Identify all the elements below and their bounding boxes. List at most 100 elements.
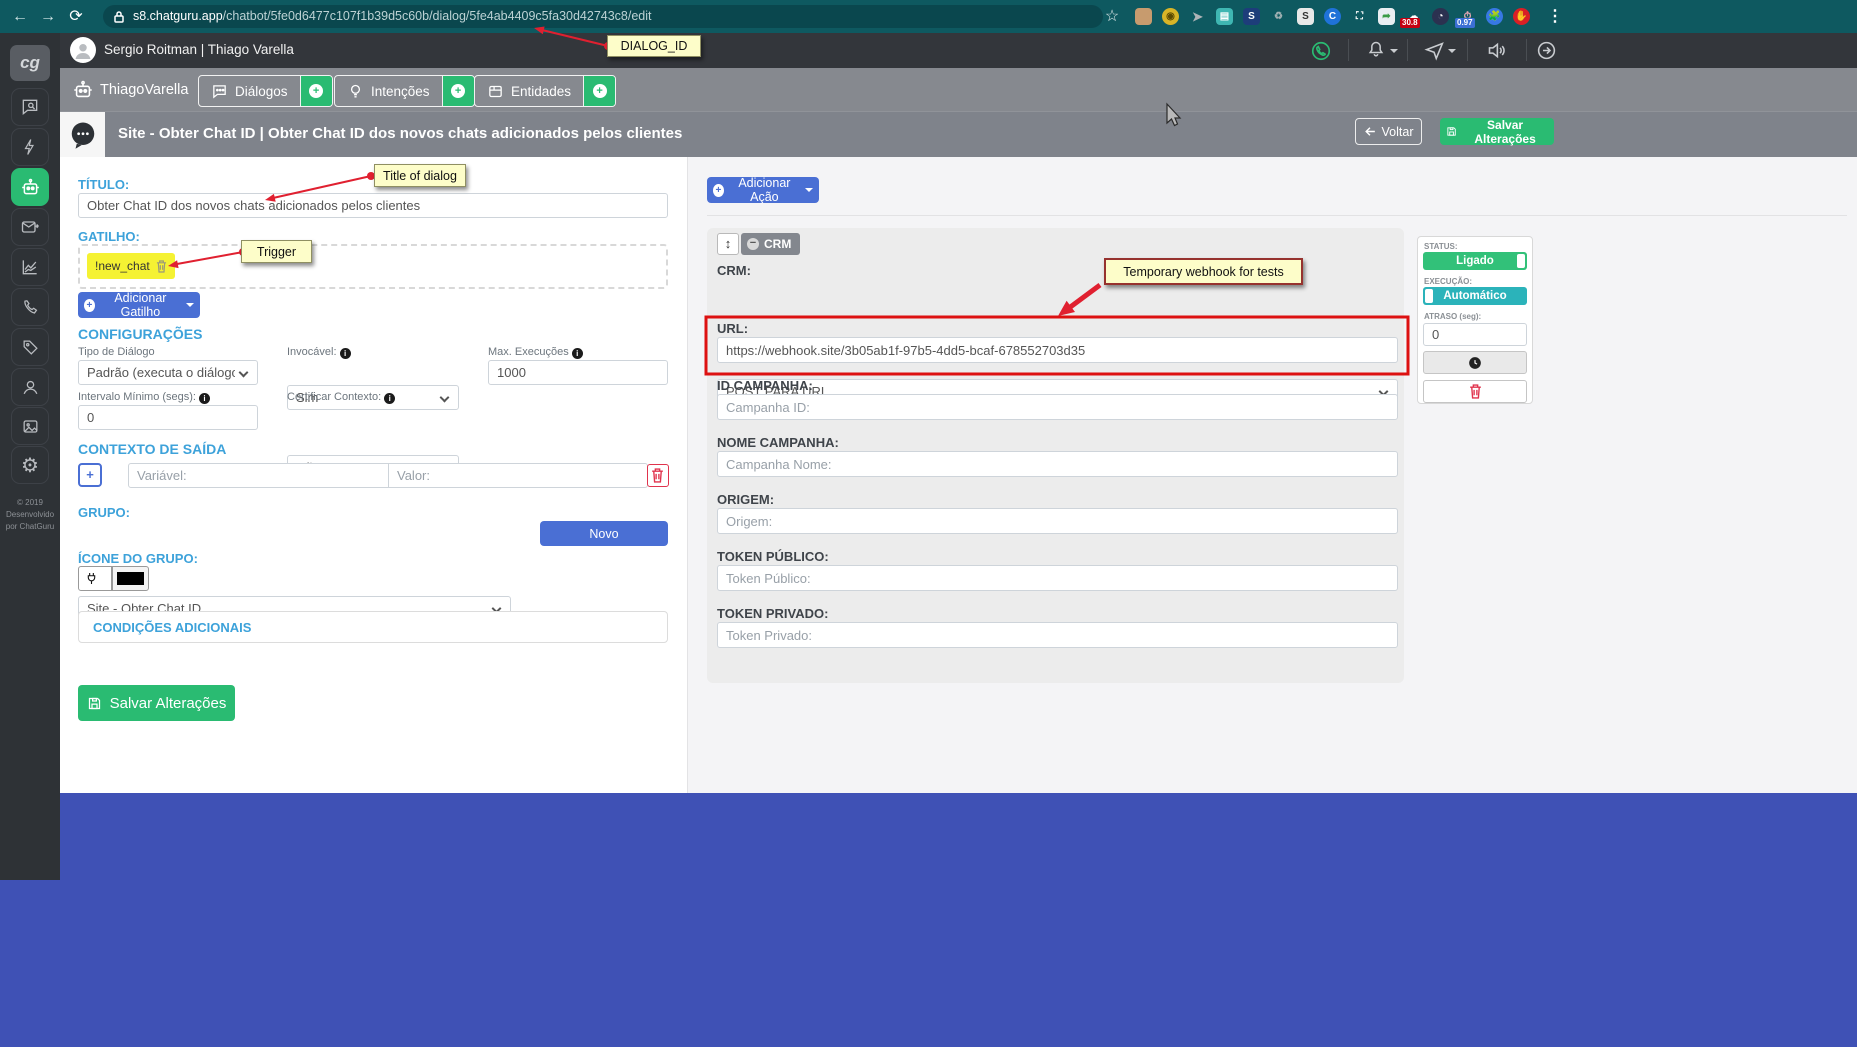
c-blue-extension-icon[interactable]: C	[1324, 8, 1341, 25]
collapse-minus-icon[interactable]: −	[747, 238, 759, 250]
execucao-toggle[interactable]: Automático	[1423, 287, 1527, 305]
browser-menu-icon[interactable]: ⋮	[1543, 0, 1567, 33]
recycle-extension-icon[interactable]: ♻	[1270, 8, 1287, 25]
drag-handle[interactable]: ↕	[717, 233, 739, 255]
novo-grupo-button[interactable]: Novo	[540, 521, 668, 546]
valor-input[interactable]	[388, 463, 648, 488]
send-caret-icon[interactable]	[1448, 49, 1456, 53]
chevron-down-icon	[100, 574, 107, 581]
schedule-button[interactable]	[1423, 351, 1527, 374]
whatsapp-icon[interactable]	[1310, 40, 1332, 62]
variavel-input[interactable]	[128, 463, 389, 488]
sidebar-item-tags[interactable]	[11, 328, 49, 366]
address-url-path: /chatbot/5fe0d6477c107f1b39d5c60b/dialog…	[222, 9, 652, 23]
address-url-domain: s8.chatguru.app	[133, 9, 223, 23]
add-dialogo-button[interactable]: +	[299, 76, 332, 106]
tab-dialogos[interactable]: Diálogos +	[198, 75, 333, 107]
atraso-input[interactable]	[1423, 323, 1527, 346]
id-campanha-input[interactable]	[717, 394, 1398, 420]
notifications-bell-icon[interactable]	[1366, 40, 1388, 62]
sidebar-item-phone[interactable]	[11, 288, 49, 326]
save-icon	[88, 697, 100, 709]
origem-label: ORIGEM:	[717, 492, 775, 507]
configuracoes-heading: CONFIGURAÇÕES	[78, 326, 203, 342]
voltar-button[interactable]: Voltar	[1355, 118, 1422, 145]
add-intencao-button[interactable]: +	[441, 76, 474, 106]
tab-intencoes[interactable]: Intenções +	[334, 75, 475, 107]
url-input[interactable]	[717, 337, 1398, 363]
sidebar-item-users[interactable]	[11, 368, 49, 406]
bell-caret-icon[interactable]	[1390, 49, 1398, 53]
crm-label: CRM:	[717, 263, 751, 278]
delete-context-row-button[interactable]	[647, 464, 669, 487]
token-publico-input[interactable]	[717, 565, 1398, 591]
group-color-picker[interactable]	[112, 566, 149, 591]
coin-extension-icon[interactable]: ◉	[1162, 8, 1179, 25]
add-entidade-button[interactable]: +	[583, 76, 616, 106]
token-privado-input[interactable]	[717, 622, 1398, 648]
adicionar-acao-button[interactable]: + Adicionar Ação	[707, 176, 819, 204]
save-changes-top-button[interactable]: Salvar Alterações	[1440, 118, 1554, 146]
titulo-input[interactable]	[78, 193, 668, 218]
plus-icon: +	[713, 183, 724, 197]
s-dark-extension-icon[interactable]: S	[1243, 8, 1260, 25]
speaker-icon[interactable]	[1486, 40, 1508, 62]
titulo-label: TÍTULO:	[78, 177, 130, 192]
cursor-extension-icon[interactable]: ➤	[1189, 8, 1206, 25]
window-arrow-extension-icon[interactable]: ➦	[1378, 8, 1395, 25]
page-footer-band	[60, 793, 1857, 1047]
stop-hand-extension-icon[interactable]: ✋	[1513, 8, 1530, 25]
crm-chip[interactable]: − CRM	[741, 233, 801, 255]
sidebar-item-chat-search[interactable]	[11, 88, 49, 126]
browser-reload-icon[interactable]: ⟳	[64, 0, 88, 33]
frame-extension-icon[interactable]: ⛶	[1351, 8, 1368, 25]
sidebar-item-bolt[interactable]	[11, 128, 49, 166]
intervalo-minimo-input[interactable]	[78, 405, 258, 430]
crm-chip-label: CRM	[764, 237, 792, 251]
annotation-dialog-id: DIALOG_ID	[607, 35, 701, 57]
browser-forward-icon[interactable]: →	[36, 0, 60, 33]
trigger-tag[interactable]: !new_chat	[87, 253, 175, 279]
group-icon-select[interactable]	[78, 566, 112, 591]
annotation-title-of-dialog: Title of dialog	[374, 164, 466, 187]
save-changes-button[interactable]: Salvar Alterações	[78, 685, 235, 721]
info-icon[interactable]	[384, 393, 396, 404]
avatar-extension-icon[interactable]	[1135, 8, 1152, 25]
delete-action-button[interactable]	[1423, 380, 1527, 403]
info-icon[interactable]	[571, 348, 583, 359]
condicoes-adicionais-panel[interactable]: CONDIÇÕES ADICIONAIS	[78, 611, 668, 643]
origem-input[interactable]	[717, 508, 1398, 534]
toggle-knob	[1425, 289, 1433, 303]
sidebar-item-media[interactable]	[11, 407, 49, 445]
tipo-dialogo-select[interactable]: Padrão (executa o diálogo e fin	[78, 360, 258, 385]
tab-entidades[interactable]: Entidades +	[474, 75, 617, 107]
user-name: Sergio Roitman | Thiago Varella	[104, 42, 294, 57]
logout-icon[interactable]	[1536, 40, 1558, 62]
info-icon[interactable]	[199, 393, 211, 404]
max-execucoes-input[interactable]	[488, 360, 668, 385]
send-plane-icon[interactable]	[1424, 40, 1446, 62]
sidebar-item-settings[interactable]: ⚙	[11, 446, 49, 484]
puzzle-extension-icon[interactable]: 🧩	[1486, 8, 1503, 25]
sidebar-item-analytics[interactable]	[11, 248, 49, 286]
page-title: Site - Obter Chat ID | Obter Chat ID dos…	[118, 125, 683, 142]
dark-circle-extension-icon[interactable]: ◔	[1432, 8, 1449, 25]
status-toggle[interactable]: Ligado	[1423, 252, 1527, 270]
sidebar-item-chatbot[interactable]	[11, 168, 49, 206]
sidebar-item-campaigns[interactable]	[11, 208, 49, 246]
adicionar-gatilho-button[interactable]: + Adicionar Gatilho	[78, 291, 200, 319]
chatguru-logo[interactable]: cg	[10, 45, 50, 81]
add-context-variable-button[interactable]: +	[78, 463, 102, 487]
bookmark-star-icon[interactable]: ☆	[1100, 0, 1124, 33]
nome-campanha-input[interactable]	[717, 451, 1398, 477]
lock-icon	[113, 10, 125, 24]
bot-name[interactable]: ThiagoVarella	[100, 82, 188, 98]
floppy-extension-icon[interactable]: ▤	[1216, 8, 1233, 25]
user-icon	[23, 380, 37, 394]
info-icon[interactable]	[339, 348, 351, 359]
s-light-extension-icon[interactable]: S	[1297, 8, 1314, 25]
user-avatar[interactable]	[70, 37, 96, 63]
trash-icon[interactable]	[156, 259, 167, 273]
address-bar[interactable]: s8.chatguru.app/chatbot/5fe0d6477c107f1b…	[103, 5, 1103, 28]
browser-back-icon[interactable]: ←	[8, 0, 32, 33]
